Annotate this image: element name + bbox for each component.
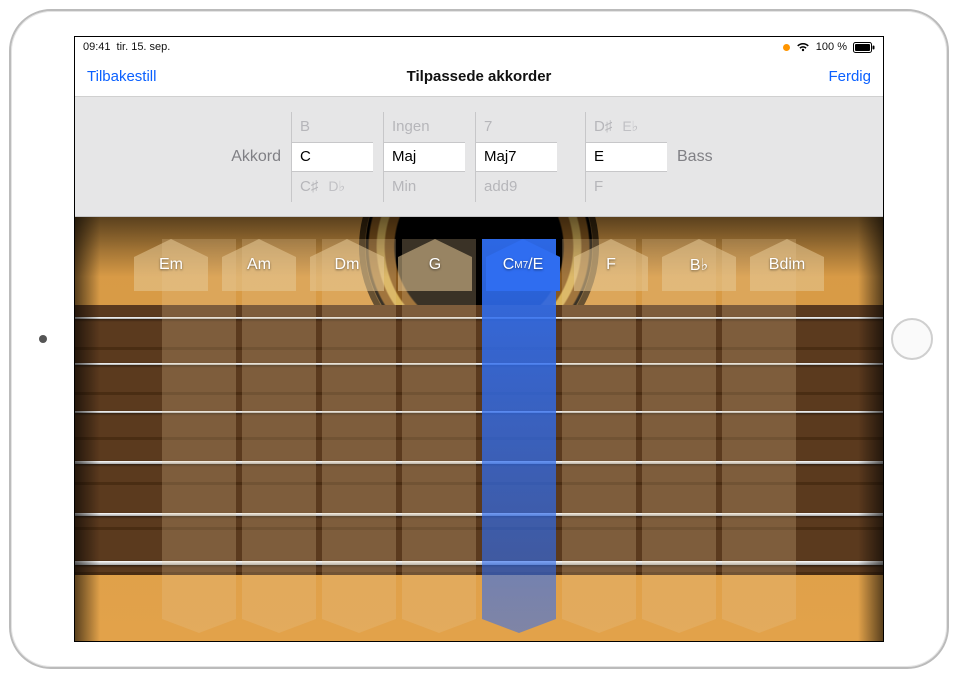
chord-stripe[interactable] bbox=[482, 239, 556, 633]
screen: 09:41 tir. 15. sep. 100 % Tilbakestill T… bbox=[74, 36, 884, 642]
nav-bar: Tilbakestill Tilpassede akkorder Ferdig bbox=[75, 57, 883, 97]
picker-bass-below[interactable]: F bbox=[586, 172, 667, 202]
picker-quality-above[interactable]: Ingen bbox=[384, 112, 465, 142]
recording-indicator-icon bbox=[783, 44, 790, 51]
picker-extension[interactable]: 7 Maj7 add9 bbox=[475, 112, 557, 202]
battery-icon bbox=[853, 42, 875, 53]
picker-quality-selected[interactable]: Maj bbox=[384, 142, 465, 172]
chord-tab-2[interactable]: Dm bbox=[310, 239, 384, 291]
picker-bass[interactable]: D♯E♭ E F bbox=[585, 112, 667, 202]
chord-tab-3[interactable]: G bbox=[398, 239, 472, 291]
chord-tab-1[interactable]: Am bbox=[222, 239, 296, 291]
picker-ext-above[interactable]: 7 bbox=[476, 112, 557, 142]
chord-stripe[interactable] bbox=[402, 239, 476, 633]
picker-root-below[interactable]: C♯D♭ bbox=[292, 172, 373, 202]
chord-stripes bbox=[75, 239, 883, 633]
picker-root-above[interactable]: B bbox=[292, 112, 373, 142]
camera-dot bbox=[39, 335, 47, 343]
chord-tabs-row: Em Am Dm G CM7/E F B♭ Bdim bbox=[75, 239, 883, 291]
picker-quality[interactable]: Ingen Maj Min bbox=[383, 112, 465, 202]
status-time: 09:41 bbox=[83, 41, 111, 53]
picker-ext-below[interactable]: add9 bbox=[476, 172, 557, 202]
chord-tab-6[interactable]: B♭ bbox=[662, 239, 736, 291]
chord-picker: Akkord B C C♯D♭ Ingen Maj Min 7 Maj7 add… bbox=[75, 97, 883, 217]
ipad-frame: 09:41 tir. 15. sep. 100 % Tilbakestill T… bbox=[9, 9, 949, 669]
status-date: tir. 15. sep. bbox=[117, 41, 171, 53]
status-bar: 09:41 tir. 15. sep. 100 % bbox=[75, 37, 883, 57]
page-title: Tilpassede akkorder bbox=[407, 68, 552, 85]
chord-stripe[interactable] bbox=[642, 239, 716, 633]
chord-tab-5[interactable]: F bbox=[574, 239, 648, 291]
picker-bass-above[interactable]: D♯E♭ bbox=[586, 112, 667, 142]
done-button[interactable]: Ferdig bbox=[828, 68, 871, 85]
chord-stripe[interactable] bbox=[242, 239, 316, 633]
picker-ext-selected[interactable]: Maj7 bbox=[476, 142, 557, 172]
picker-bass-selected[interactable]: E bbox=[586, 142, 667, 172]
picker-quality-below[interactable]: Min bbox=[384, 172, 465, 202]
chord-tab-7[interactable]: Bdim bbox=[750, 239, 824, 291]
chord-stripe[interactable] bbox=[162, 239, 236, 633]
chord-tab-4[interactable]: CM7/E bbox=[486, 239, 560, 291]
picker-root-selected[interactable]: C bbox=[292, 142, 373, 172]
reset-button[interactable]: Tilbakestill bbox=[87, 68, 156, 85]
picker-right-label: Bass bbox=[677, 148, 772, 166]
wifi-icon bbox=[796, 42, 810, 52]
battery-percent: 100 % bbox=[816, 41, 847, 53]
picker-root[interactable]: B C C♯D♭ bbox=[291, 112, 373, 202]
home-button[interactable] bbox=[891, 318, 933, 360]
chord-tab-0[interactable]: Em bbox=[134, 239, 208, 291]
chord-stripe[interactable] bbox=[562, 239, 636, 633]
chord-stripe[interactable] bbox=[722, 239, 796, 633]
guitar-body: Em Am Dm G CM7/E F B♭ Bdim bbox=[75, 217, 883, 641]
picker-left-label: Akkord bbox=[186, 148, 281, 166]
chord-stripe[interactable] bbox=[322, 239, 396, 633]
